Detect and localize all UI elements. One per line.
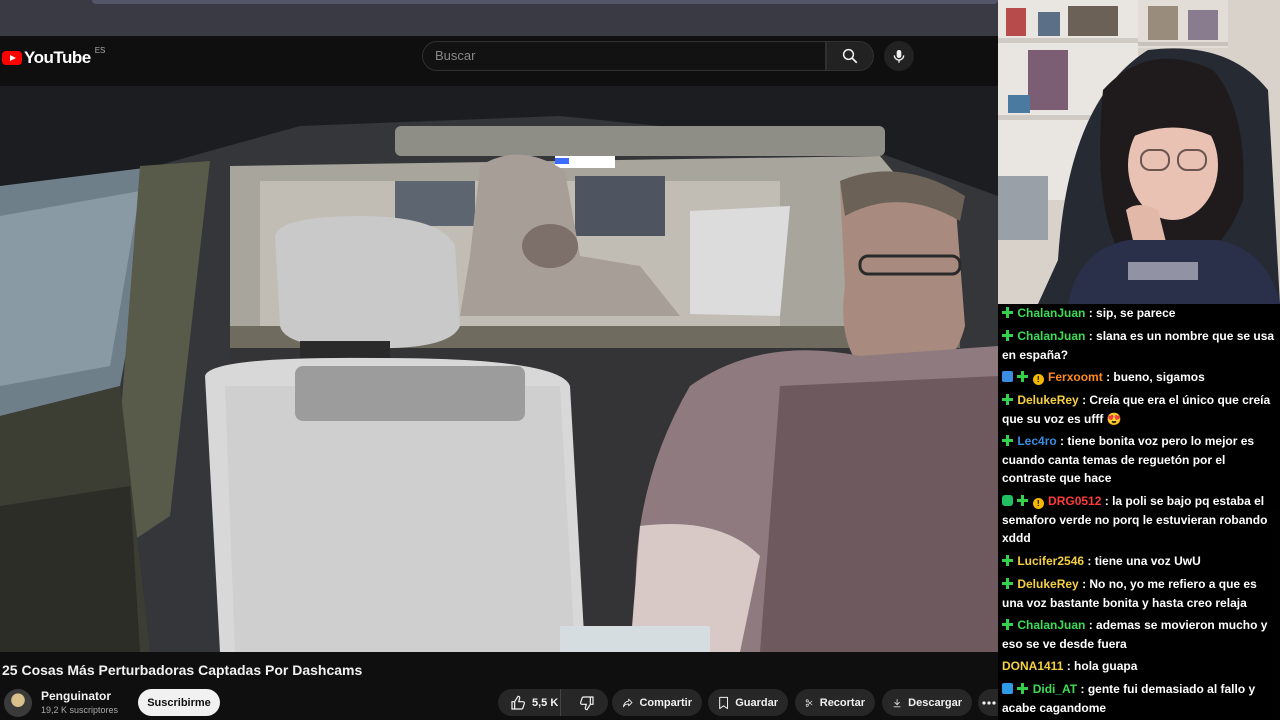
chat-message: ! DRG0512 : la poli se bajo pq estaba el… [1002,492,1277,548]
chat-message: ChalanJuan : sip, se parece [1002,304,1277,323]
stream-sidebar: ChalanJuan : sip, se parece ChalanJuan :… [998,0,1280,720]
chat-username[interactable]: Lucifer2546 [1017,554,1084,568]
youtube-page: YouTube ES Buscar 25 Cosas Más Perturbad… [0,0,998,720]
browser-toolbar [0,0,998,36]
channel-avatar[interactable] [4,689,32,717]
streamer-webcam [998,0,1280,304]
save-label: Guardar [735,696,778,709]
search-icon [842,48,858,64]
chat-badge-icon [1017,371,1029,382]
chat-username[interactable]: DelukeRey [1017,393,1078,407]
thumbs-up-icon [511,695,526,710]
clip-label: Recortar [819,696,865,709]
screen: YouTube ES Buscar 25 Cosas Más Perturbad… [0,0,1280,720]
clip-button[interactable]: Recortar [795,689,875,716]
chat-badge-icon: ! [1032,374,1044,385]
chat-badge-icon [1002,578,1013,589]
chat-message: ChalanJuan : slana es un nombre que se u… [1002,327,1277,364]
chat-badge-icon [1017,495,1029,506]
live-chat: ChalanJuan : sip, se parece ChalanJuan :… [998,304,1280,720]
region-code: ES [94,45,106,55]
channel-name[interactable]: Penguinator [41,689,111,703]
video-frame [0,86,998,652]
chat-message: Didi_AT : gente fui demasiado al fallo y… [1002,680,1277,717]
share-label: Compartir [639,696,692,709]
chat-username[interactable]: Lec4ro [1017,434,1056,448]
scissors-icon [805,698,813,707]
chat-badge-icon [1002,683,1013,694]
microphone-icon [893,50,905,63]
chat-badge-icon [1002,619,1013,630]
chat-badge-icon [1002,307,1013,318]
more-dots-icon [982,700,996,705]
dislike-button[interactable] [567,689,608,716]
search-button[interactable] [826,41,874,71]
youtube-header: YouTube ES Buscar [0,36,998,86]
chat-username[interactable]: ChalanJuan [1017,618,1085,632]
thumbs-down-icon [580,695,594,710]
save-button[interactable]: Guardar [708,689,788,716]
chat-username[interactable]: DRG0512 [1048,494,1101,508]
chat-badge-icon [1002,555,1013,566]
chat-message: ! Ferxoomt : bueno, sigamos [1002,368,1277,387]
video-player[interactable] [0,86,998,652]
like-dislike-group: 5,5 K [498,689,608,716]
chat-badge-icon [1002,495,1013,506]
download-button[interactable]: Descargar [882,689,972,716]
chat-badge-icon: ! [1032,498,1044,509]
chat-badge-icon [1002,394,1013,405]
more-actions-button[interactable] [978,689,998,716]
like-button[interactable]: 5,5 K [498,689,561,716]
like-count: 5,5 K [532,696,559,709]
chat-text: : sip, se parece [1088,306,1176,320]
chat-username[interactable]: ChalanJuan [1017,306,1085,320]
chat-badge-icon [1002,435,1013,446]
download-label: Descargar [908,696,962,709]
chat-text: : tiene una voz UwU [1087,554,1201,568]
chat-text: : hola guapa [1066,659,1138,673]
webcam-frame [998,0,1280,304]
share-button[interactable]: Compartir [612,689,702,716]
chat-badge-icon [1002,330,1013,341]
chat-message: Lucifer2546 : tiene una voz UwU [1002,552,1277,571]
subscribe-button[interactable]: Suscribirme [138,689,220,716]
chat-message: Lec4ro : tiene bonita voz pero lo mejor … [1002,432,1277,488]
youtube-logo[interactable]: YouTube ES [2,45,106,68]
subscriber-count: 19,2 K suscriptores [41,705,119,715]
youtube-logo-text: YouTube [24,48,91,67]
video-title: 25 Cosas Más Perturbadoras Captadas Por … [2,662,363,678]
bookmark-icon [719,696,729,709]
chat-message: ChalanJuan : ademas se movieron mucho y … [1002,616,1277,653]
chat-username[interactable]: Didi_AT [1033,682,1077,696]
chat-message: DelukeRey : No no, yo me refiero a que e… [1002,575,1277,612]
share-icon [623,698,633,707]
voice-search-button[interactable] [884,41,914,71]
chat-username[interactable]: Ferxoomt [1048,370,1103,384]
chat-message: DONA1411 : hola guapa [1002,657,1277,676]
chat-badge-icon [1017,683,1029,694]
chat-message: DelukeRey : Creía que era el único que c… [1002,391,1277,428]
download-icon [893,698,901,707]
chat-username[interactable]: ChalanJuan [1017,329,1085,343]
search-input[interactable]: Buscar [422,41,826,71]
chat-username[interactable]: DelukeRey [1017,577,1078,591]
chat-username[interactable]: DONA1411 [1002,659,1063,673]
chat-text: : bueno, sigamos [1106,370,1205,384]
youtube-play-icon [2,51,22,65]
chat-badge-icon [1002,371,1013,382]
